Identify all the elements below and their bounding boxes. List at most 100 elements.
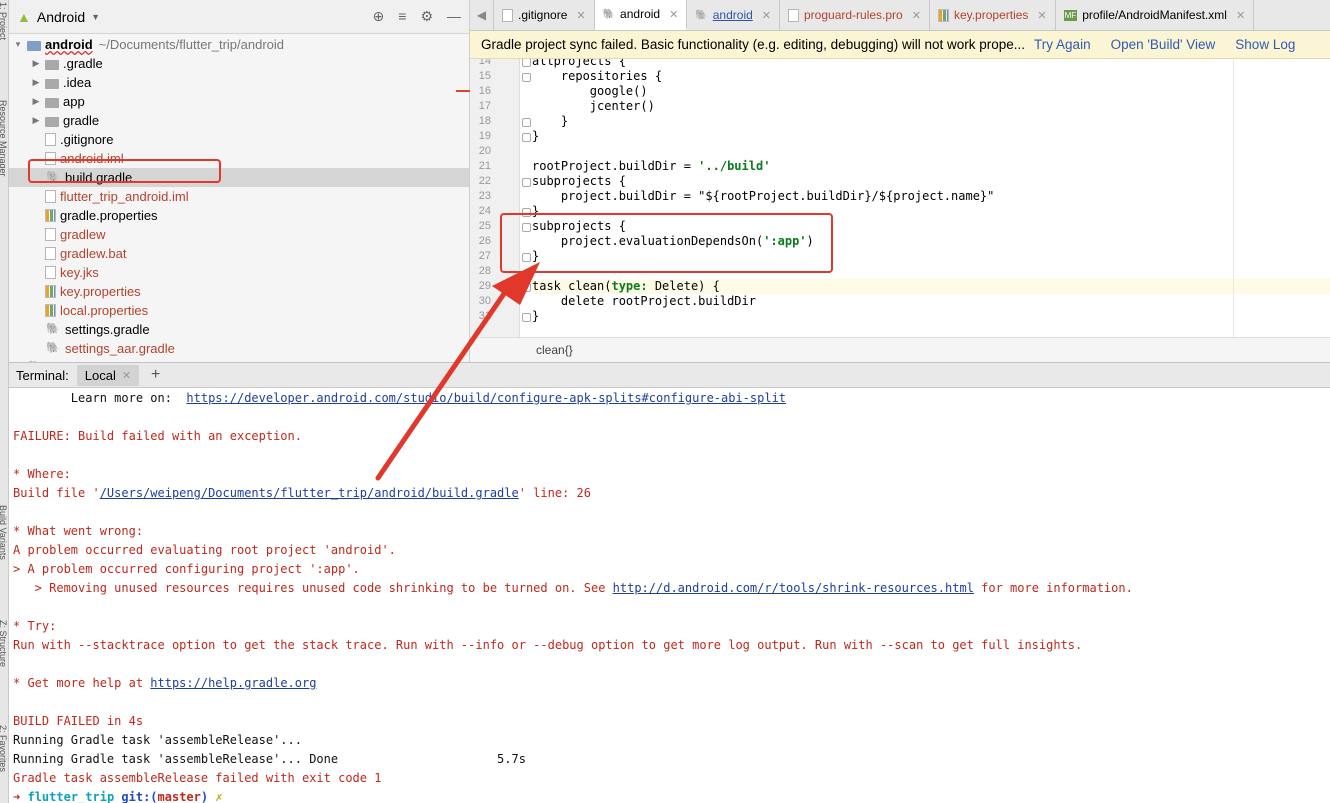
code-line[interactable]: google() bbox=[532, 84, 648, 99]
tree-item[interactable]: ▶ gradle bbox=[9, 111, 469, 130]
code-line[interactable]: rootProject.buildDir = '../build' bbox=[532, 159, 770, 174]
locate-icon[interactable]: ⊕ bbox=[373, 8, 385, 25]
code-text: allprojects { bbox=[532, 59, 626, 68]
properties-icon bbox=[937, 8, 949, 22]
code-area[interactable]: allprojects { repositories { google() jc… bbox=[520, 59, 1330, 337]
fold-icon[interactable] bbox=[522, 313, 531, 322]
fold-icon[interactable] bbox=[522, 178, 531, 187]
tool-window-label[interactable]: Resource Manager bbox=[0, 100, 8, 177]
expand-arrow-icon[interactable]: ▶ bbox=[31, 77, 41, 88]
file-icon bbox=[45, 266, 56, 279]
line-number: 19 bbox=[478, 130, 491, 142]
tool-window-label[interactable]: 1: Project bbox=[0, 2, 8, 40]
code-line[interactable]: allprojects { bbox=[532, 59, 626, 69]
tree-item[interactable]: ▶ .gradle bbox=[9, 54, 469, 73]
hide-panel-icon[interactable]: — bbox=[447, 8, 461, 25]
editor-tab-bar: ◀ .gitignore ✕ 🐘 android ✕ 🐘 android ✕ proguard-… bbox=[470, 0, 1330, 31]
folder-icon bbox=[45, 97, 59, 108]
code-line[interactable]: task clean(type: Delete) { bbox=[532, 279, 1330, 294]
gear-icon[interactable]: ⚙ bbox=[420, 8, 433, 25]
tool-window-label[interactable]: Z: Structure bbox=[0, 620, 8, 667]
tree-item[interactable]: gradlew.bat bbox=[9, 244, 469, 263]
terminal-link[interactable]: https://developer.android.com/studio/bui… bbox=[186, 391, 786, 405]
editor-tab[interactable]: 🐘 android ✕ bbox=[687, 0, 780, 30]
close-icon[interactable]: ✕ bbox=[669, 8, 678, 21]
expand-arrow-icon[interactable]: ▾ bbox=[13, 39, 23, 50]
expand-arrow-icon[interactable]: ▶ bbox=[31, 115, 41, 126]
close-icon[interactable]: ✕ bbox=[1037, 9, 1046, 22]
code-line[interactable]: } bbox=[532, 114, 568, 129]
tree-item[interactable]: gradle.properties bbox=[9, 206, 469, 225]
tool-window-label[interactable]: Build Variants bbox=[0, 505, 8, 560]
editor-tab[interactable]: MF profile/AndroidManifest.xml ✕ bbox=[1056, 0, 1255, 30]
terminal-text: Running Gradle task 'assembleRelease'...… bbox=[13, 752, 526, 766]
fold-icon[interactable] bbox=[522, 59, 531, 67]
terminal-link[interactable]: https://help.gradle.org bbox=[150, 676, 316, 690]
tree-item[interactable]: ▶ app bbox=[9, 92, 469, 111]
terminal-line: > A problem occurred configuring project… bbox=[13, 560, 360, 579]
terminal-line: Build file '/Users/weipeng/Documents/flu… bbox=[13, 484, 591, 503]
tree-item[interactable]: ▶ .idea bbox=[9, 73, 469, 92]
close-icon[interactable]: ✕ bbox=[122, 369, 131, 382]
tree-item[interactable]: local.properties bbox=[9, 301, 469, 320]
chevron-down-icon[interactable]: ▼ bbox=[91, 12, 100, 22]
code-line[interactable]: project.buildDir = "${rootProject.buildD… bbox=[532, 189, 994, 204]
tree-item[interactable]: 🐘 settings.gradle bbox=[9, 320, 469, 339]
terminal-tab-local[interactable]: Local ✕ bbox=[76, 364, 140, 386]
code-line[interactable]: jcenter() bbox=[532, 99, 655, 114]
close-icon[interactable]: ✕ bbox=[1236, 9, 1245, 22]
tree-item[interactable]: flutter_trip_android.iml bbox=[9, 187, 469, 206]
editor-tab[interactable]: key.properties ✕ bbox=[930, 0, 1056, 30]
close-icon[interactable]: ✕ bbox=[762, 9, 771, 22]
expand-arrow-icon[interactable]: ▶ bbox=[31, 58, 41, 69]
try-again-link[interactable]: Try Again bbox=[1034, 37, 1091, 52]
tab-scroll-icon[interactable]: ◀ bbox=[470, 0, 494, 30]
breadcrumb-item[interactable]: clean{} bbox=[536, 343, 573, 357]
new-terminal-button[interactable]: + bbox=[151, 366, 160, 384]
fold-icon[interactable] bbox=[522, 118, 531, 127]
code-line[interactable]: subprojects { bbox=[532, 174, 626, 189]
terminal-prompt[interactable]: ➜ flutter_trip git:(master) ✗ bbox=[13, 788, 223, 803]
editor-tab[interactable]: .gitignore ✕ bbox=[494, 0, 595, 30]
tool-window-label[interactable]: 2: Favorites bbox=[0, 725, 8, 772]
terminal-link[interactable]: /Users/weipeng/Documents/flutter_trip/an… bbox=[100, 486, 519, 500]
fold-icon[interactable] bbox=[522, 73, 531, 82]
code-editor[interactable]: 14 15 16 17 18 19 20 21 22 23 24 25 26 27 28 29 30 31 all… bbox=[470, 59, 1330, 337]
tree-item-label: .gradle bbox=[63, 56, 103, 71]
editor-tab[interactable]: proguard-rules.pro ✕ bbox=[780, 0, 930, 30]
code-text: task clean( bbox=[532, 279, 612, 293]
code-line[interactable]: } bbox=[532, 309, 539, 324]
tree-item[interactable]: .gitignore bbox=[9, 130, 469, 149]
editor-tab-label: profile/AndroidManifest.xml bbox=[1082, 8, 1227, 22]
tree-item[interactable]: key.jks bbox=[9, 263, 469, 282]
terminal-output[interactable]: Learn more on: https://developer.android… bbox=[9, 388, 1330, 803]
code-line[interactable]: } bbox=[532, 129, 539, 144]
terminal-text: Running Gradle task 'assembleRelease'... bbox=[13, 733, 302, 747]
project-panel-header: ▲ Android ▼ ⊕ ≡ ⚙ — bbox=[9, 0, 469, 34]
manifest-icon: MF bbox=[1063, 9, 1078, 21]
line-number: 16 bbox=[478, 85, 491, 97]
editor-breadcrumb[interactable]: clean{} bbox=[470, 337, 1330, 362]
code-line[interactable]: repositories { bbox=[532, 69, 662, 84]
close-icon[interactable]: ✕ bbox=[576, 9, 585, 22]
terminal-link[interactable]: http://d.android.com/r/tools/shrink-reso… bbox=[613, 581, 974, 595]
tree-item[interactable]: key.properties bbox=[9, 282, 469, 301]
highlight-box-build-gradle bbox=[28, 159, 221, 183]
project-view-selector[interactable]: Android bbox=[37, 9, 85, 25]
run-icon[interactable] bbox=[501, 283, 508, 291]
fold-icon[interactable] bbox=[522, 283, 531, 292]
fold-icon[interactable] bbox=[522, 133, 531, 142]
open-build-view-link[interactable]: Open 'Build' View bbox=[1111, 37, 1216, 52]
code-text: google() bbox=[532, 84, 648, 98]
tree-item[interactable]: gradlew bbox=[9, 225, 469, 244]
code-line[interactable]: delete rootProject.buildDir bbox=[532, 294, 756, 309]
close-icon[interactable]: ✕ bbox=[912, 9, 921, 22]
show-log-link[interactable]: Show Log bbox=[1235, 37, 1295, 52]
tree-item[interactable]: ▾ android ~/Documents/flutter_trip/android bbox=[9, 35, 469, 54]
terminal-line: * Try: bbox=[13, 617, 56, 636]
expand-arrow-icon[interactable]: ▶ bbox=[31, 96, 41, 107]
tree-item[interactable]: 🐘 settings_aar.gradle bbox=[9, 339, 469, 358]
collapse-all-icon[interactable]: ≡ bbox=[398, 8, 406, 25]
editor-tab[interactable]: 🐘 android ✕ bbox=[594, 0, 688, 30]
terminal-text: A problem occurred evaluating root proje… bbox=[13, 543, 396, 557]
